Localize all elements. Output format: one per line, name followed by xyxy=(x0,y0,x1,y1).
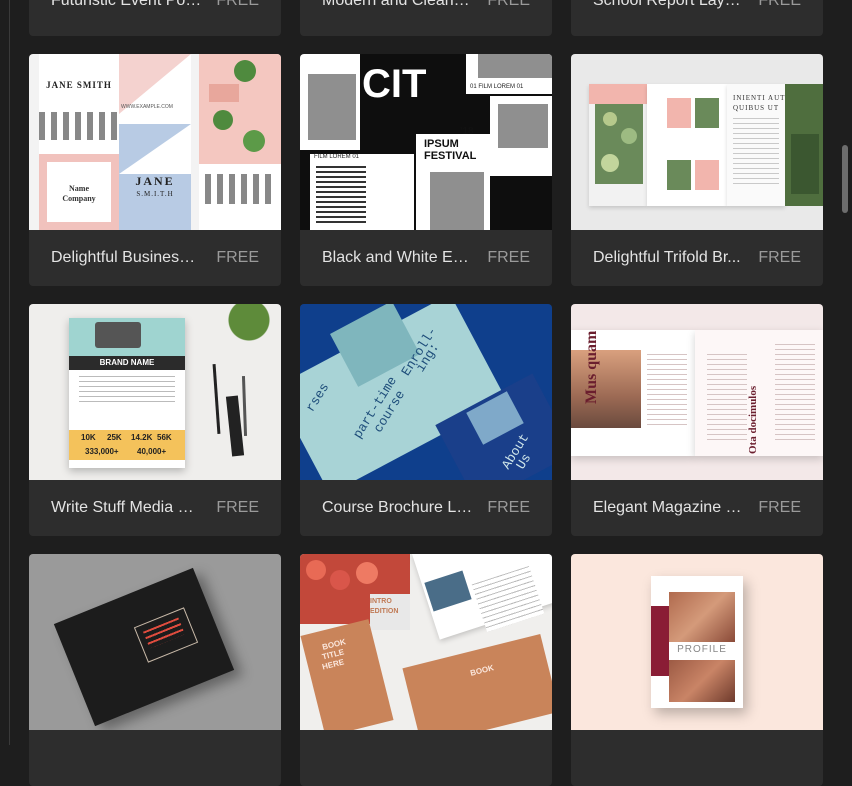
free-badge: FREE xyxy=(487,499,530,516)
thumb-heading: Ota docimulos xyxy=(747,385,759,454)
thumb-big-name-2: S.M.I.T.H xyxy=(136,190,174,198)
template-grid: Futuristic Event Post... FREE Modern and… xyxy=(29,0,823,786)
thumb-name-text: JANE SMITH xyxy=(46,80,112,90)
thumb-stat: 25K xyxy=(107,433,122,442)
thumb-stat: 333,000+ xyxy=(85,447,119,456)
template-caption xyxy=(29,730,281,786)
free-badge: FREE xyxy=(758,499,801,516)
template-card[interactable]: INTRO EDITION BOOK TITLE HERE BOOK xyxy=(300,554,552,786)
template-card[interactable]: JANE SMITH Name Company WWW.EXAMPLE.COM … xyxy=(29,54,281,286)
thumb-profile-text: PROFILE xyxy=(677,644,727,655)
template-caption xyxy=(300,730,552,786)
template-thumbnail[interactable]: CIT 01 FILM LOREM 01 FILM LOREM 01 IPSUM… xyxy=(300,54,552,230)
template-thumbnail[interactable]: Mus quam Ota docimulos xyxy=(571,304,823,480)
template-caption: Write Stuff Media Ki... FREE xyxy=(29,480,281,536)
thumb-big-text: CIT xyxy=(362,62,427,106)
thumb-text: EDITION xyxy=(370,608,399,615)
thumb-festival-text: FESTIVAL xyxy=(424,150,477,162)
free-badge: FREE xyxy=(487,249,530,266)
thumb-company-text: Name xyxy=(69,184,89,193)
template-caption: School Report Layout FREE xyxy=(571,0,823,36)
template-caption: Delightful Trifold Br... FREE xyxy=(571,230,823,286)
template-name: Delightful Trifold Br... xyxy=(593,249,741,266)
template-caption: Course Brochure La... FREE xyxy=(300,480,552,536)
template-caption: Modern and Clean R... FREE xyxy=(300,0,552,36)
thumb-heading: Mus quam xyxy=(583,330,600,404)
thumb-stat: 10K xyxy=(81,433,96,442)
free-badge: FREE xyxy=(758,0,801,9)
free-badge: FREE xyxy=(216,0,259,9)
template-name: Elegant Magazine L... xyxy=(593,499,745,516)
template-card[interactable] xyxy=(29,554,281,786)
template-card[interactable]: Futuristic Event Post... FREE xyxy=(29,0,281,36)
template-caption: Black and White Eve... FREE xyxy=(300,230,552,286)
scrollbar-thumb[interactable] xyxy=(842,145,848,213)
template-name: Black and White Eve... xyxy=(322,249,474,266)
template-name: Futuristic Event Post... xyxy=(51,0,203,9)
template-card[interactable]: Modern and Clean R... FREE xyxy=(300,0,552,36)
template-name: Write Stuff Media Ki... xyxy=(51,499,203,516)
template-caption: Delightful Business ... FREE xyxy=(29,230,281,286)
thumb-festival-text: IPSUM xyxy=(424,138,459,150)
template-card[interactable]: School Report Layout FREE xyxy=(571,0,823,36)
template-card[interactable]: PROFILE xyxy=(571,554,823,786)
template-card[interactable]: BRAND NAME 10K 25K 14.2K 56K 333,000+ 40… xyxy=(29,304,281,536)
template-card[interactable]: CIT 01 FILM LOREM 01 FILM LOREM 01 IPSUM… xyxy=(300,54,552,286)
template-name: Delightful Business ... xyxy=(51,249,203,266)
templates-panel: Futuristic Event Post... FREE Modern and… xyxy=(0,0,852,786)
thumb-company-text: Company xyxy=(62,194,96,203)
template-thumbnail[interactable]: INIENTI AUT QUIBUS UT xyxy=(571,54,823,230)
template-card[interactable]: Mus quam Ota docimulos Elegant Magazine … xyxy=(571,304,823,536)
thumb-film-text-2: FILM LOREM 01 xyxy=(314,154,360,160)
template-thumbnail[interactable]: PROFILE xyxy=(571,554,823,730)
thumb-stat: 40,000+ xyxy=(137,447,167,456)
template-thumbnail[interactable]: BRAND NAME 10K 25K 14.2K 56K 333,000+ 40… xyxy=(29,304,281,480)
thumb-heading: QUIBUS UT xyxy=(733,104,780,112)
template-name: Modern and Clean R... xyxy=(322,0,474,9)
thumb-stat: 14.2K xyxy=(131,433,153,442)
thumb-brand-text: BRAND NAME xyxy=(99,358,155,367)
thumb-year-text: '18 xyxy=(460,126,474,137)
template-thumbnail[interactable]: JANE SMITH Name Company WWW.EXAMPLE.COM … xyxy=(29,54,281,230)
thumb-stat: 56K xyxy=(157,433,172,442)
template-name: School Report Layout xyxy=(593,0,745,9)
template-thumbnail[interactable]: INTRO EDITION BOOK TITLE HERE BOOK xyxy=(300,554,552,730)
template-card[interactable]: INIENTI AUT QUIBUS UT Delightful Trifold… xyxy=(571,54,823,286)
vertical-scrollbar[interactable] xyxy=(836,0,852,745)
template-caption: Futuristic Event Post... FREE xyxy=(29,0,281,36)
template-thumbnail[interactable]: Enroll- ing: part-time course rses About… xyxy=(300,304,552,480)
template-caption xyxy=(571,730,823,786)
free-badge: FREE xyxy=(758,249,801,266)
thumb-url-text: WWW.EXAMPLE.COM xyxy=(121,104,173,110)
free-badge: FREE xyxy=(487,0,530,9)
template-name: Course Brochure La... xyxy=(322,499,474,516)
thumb-big-name: JANE xyxy=(135,174,175,188)
template-caption: Elegant Magazine L... FREE xyxy=(571,480,823,536)
template-thumbnail[interactable] xyxy=(29,554,281,730)
thumb-film-text: 01 FILM LOREM 01 xyxy=(470,84,524,90)
panel-divider xyxy=(9,0,10,745)
thumb-text: INTRO xyxy=(370,598,392,605)
template-card[interactable]: Enroll- ing: part-time course rses About… xyxy=(300,304,552,536)
thumb-heading: INIENTI AUT xyxy=(733,94,786,102)
free-badge: FREE xyxy=(216,249,259,266)
free-badge: FREE xyxy=(216,499,259,516)
